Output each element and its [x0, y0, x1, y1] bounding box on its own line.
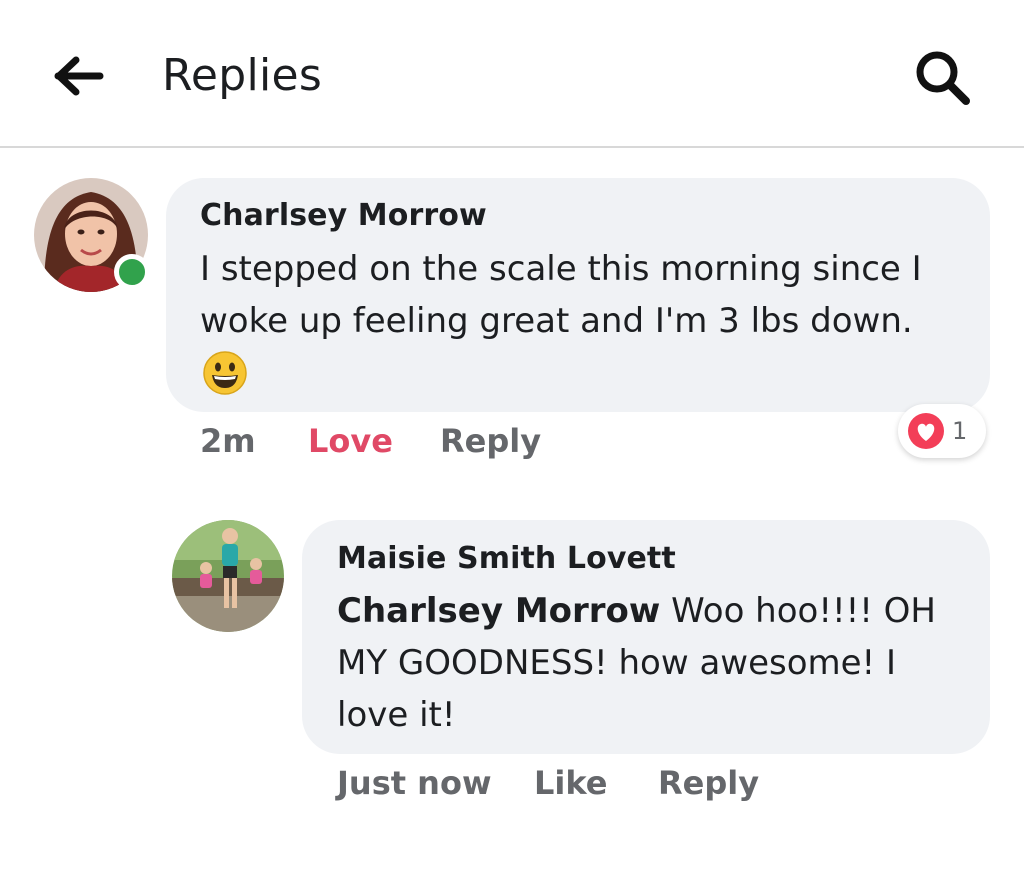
reply-text-line-3: love it! [337, 695, 456, 735]
comment-timestamp: 2m [200, 422, 256, 460]
love-reaction-button[interactable]: Love [308, 422, 393, 460]
reply-author[interactable]: Maisie Smith Lovett [337, 541, 676, 576]
heart-icon [908, 413, 944, 449]
back-button[interactable] [48, 48, 110, 104]
top-bar: Replies [0, 0, 1024, 148]
like-button[interactable]: Like [534, 764, 607, 802]
reply-timestamp: Just now [337, 764, 492, 802]
page-title: Replies [162, 50, 323, 101]
online-status-indicator [114, 254, 150, 290]
comment-reply-button[interactable]: Reply [440, 422, 541, 460]
reaction-summary[interactable]: 1 [898, 404, 986, 458]
grinning-face-icon [203, 351, 247, 395]
reply-reply-button[interactable]: Reply [658, 764, 759, 802]
comment-text-line-2: woke up feeling great and I'm 3 lbs down… [200, 301, 913, 341]
reaction-count: 1 [952, 417, 968, 445]
reply-avatar[interactable] [172, 520, 284, 632]
arrow-left-icon [54, 56, 104, 96]
profile-photo [172, 520, 284, 632]
reply-text-line-2: MY GOODNESS! how awesome! I [337, 643, 897, 683]
mention-tag[interactable]: Charlsey Morrow [337, 591, 660, 631]
reply-text-part: Woo hoo!!!! OH [660, 591, 936, 631]
comment-author[interactable]: Charlsey Morrow [200, 198, 487, 233]
search-button[interactable] [906, 44, 978, 110]
comment-text-line-1: I stepped on the scale this morning sinc… [200, 249, 922, 289]
reply-text-line-1: Charlsey Morrow Woo hoo!!!! OH [337, 585, 936, 637]
search-icon [916, 51, 970, 105]
